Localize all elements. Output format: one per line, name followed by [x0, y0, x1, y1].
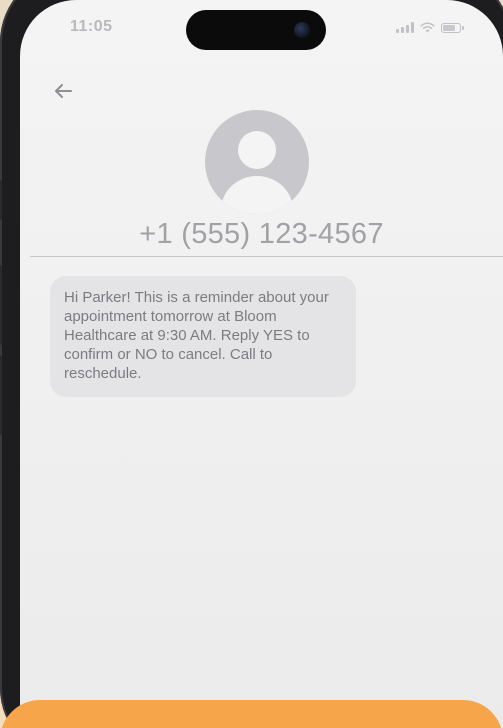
- wifi-icon: [420, 22, 435, 33]
- accent-band: [0, 700, 503, 728]
- contact-avatar[interactable]: [205, 110, 309, 214]
- cellular-signal-icon: [396, 22, 414, 33]
- volume-down-button: [0, 355, 2, 435]
- back-arrow-icon: [55, 84, 72, 98]
- front-camera-icon: [294, 22, 310, 38]
- back-button[interactable]: [48, 76, 78, 106]
- dynamic-island: [186, 10, 326, 50]
- header-divider: [30, 256, 503, 257]
- status-time: 11:05: [70, 18, 113, 35]
- mute-switch: [0, 180, 2, 220]
- battery-icon: [441, 22, 464, 33]
- contact-number: +1 (555) 123-4567: [139, 218, 384, 250]
- person-avatar-icon: [221, 131, 293, 214]
- phone-screen: 11:05 +1 (555) 123-4567 Hi Parker! This …: [20, 0, 503, 728]
- incoming-message-bubble[interactable]: Hi Parker! This is a reminder about your…: [50, 276, 356, 397]
- status-icons: [396, 22, 464, 33]
- volume-up-button: [0, 265, 2, 345]
